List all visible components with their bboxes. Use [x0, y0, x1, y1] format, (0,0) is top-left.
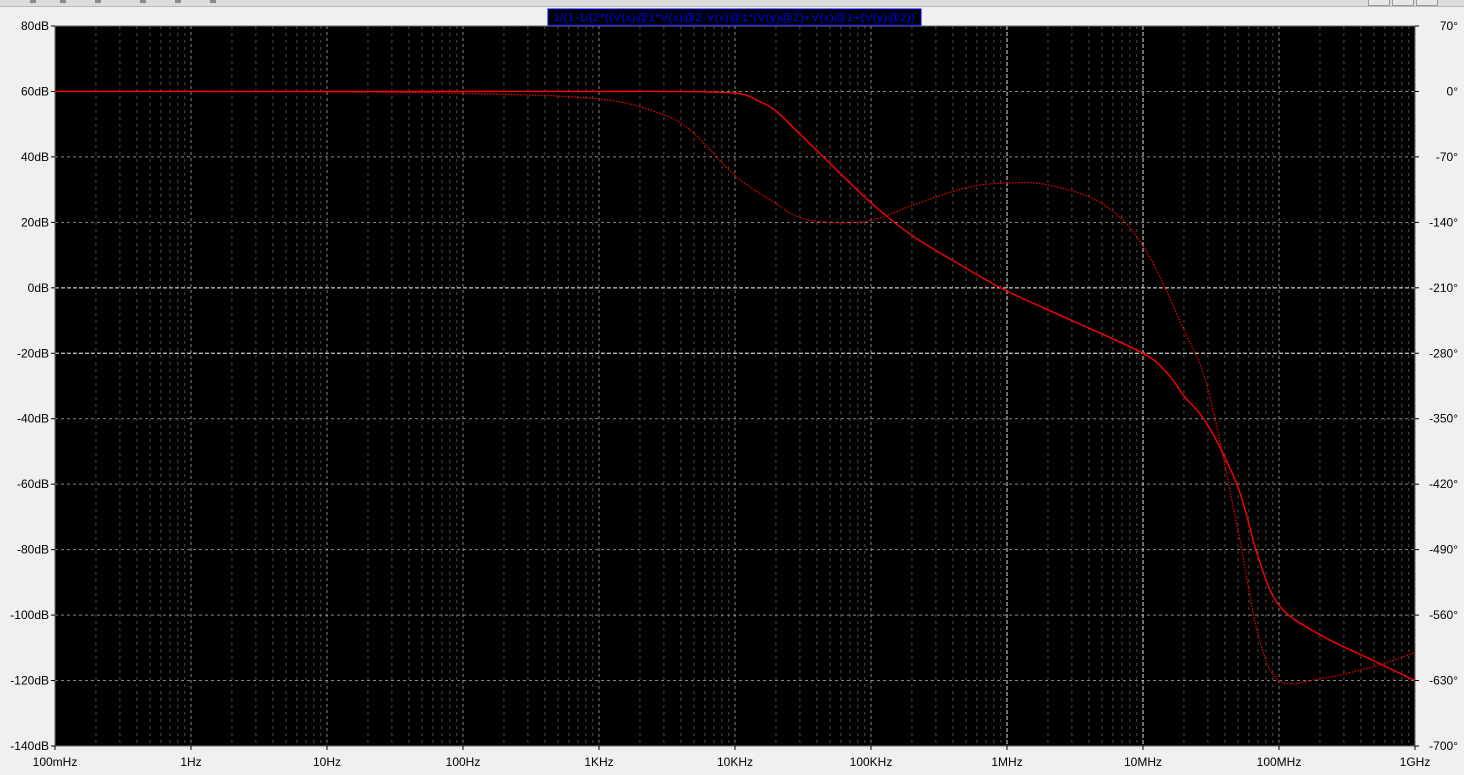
y-right-tick-label: -210°	[1429, 281, 1458, 295]
bode-plot[interactable]: 100mHz 1Hz 10Hz 100Hz 1KHz 10KHz 100KHz 1MHz 10M…	[0, 0, 1464, 775]
y-right-tick-label: -70°	[1436, 150, 1458, 164]
x-tick-label: 100Hz	[446, 755, 481, 769]
x-tick-label: 10Hz	[313, 755, 341, 769]
y-left-tick-label: -140dB	[10, 739, 49, 753]
y-right-tick-label: -420°	[1429, 477, 1458, 491]
plot-window: 100mHz 1Hz 10Hz 100Hz 1KHz 10KHz 100KHz 1MHz 10M…	[0, 0, 1464, 775]
y-left-tick-label: -20dB	[17, 346, 49, 360]
y-right-tick-label: -280°	[1429, 346, 1458, 360]
y-right-tick-label: -490°	[1429, 543, 1458, 557]
y-right-tick-label: -700°	[1429, 739, 1458, 753]
x-tick-label: 1MHz	[991, 755, 1022, 769]
y-left-tick-label: -40dB	[17, 412, 49, 426]
y-left-tick-label: -60dB	[17, 477, 49, 491]
x-tick-label: 100MHz	[1257, 755, 1302, 769]
y-right-tick-label: -560°	[1429, 608, 1458, 622]
x-tick-label: 10KHz	[717, 755, 753, 769]
y-right-tick-label: 70°	[1440, 19, 1458, 33]
y-left-tick-label: 80dB	[21, 19, 49, 33]
x-tick-label: 10MHz	[1124, 755, 1162, 769]
y-left-tick-label: 60dB	[21, 84, 49, 98]
y-left-tick-label: 20dB	[21, 215, 49, 229]
trace-label[interactable]: 1/(1-1/(2*((V(x)@1*V(x)@2-V(x)@1*(V(y)@2…	[553, 12, 915, 24]
y-right-tick-label: 0°	[1447, 84, 1459, 98]
x-tick-label: 1GHz	[1400, 755, 1431, 769]
y-right-tick-label: -140°	[1429, 215, 1458, 229]
y-left-tick-label: -100dB	[10, 608, 49, 622]
y-left-tick-label: -120dB	[10, 674, 49, 688]
y-left-tick-label: 0dB	[28, 281, 49, 295]
y-left-tick-label: -80dB	[17, 543, 49, 557]
x-tick-label: 1KHz	[584, 755, 613, 769]
y-right-tick-label: -630°	[1429, 674, 1458, 688]
y-right-tick-label: -350°	[1429, 412, 1458, 426]
x-tick-label: 100mHz	[33, 755, 78, 769]
y-left-tick-label: 40dB	[21, 150, 49, 164]
x-tick-label: 1Hz	[180, 755, 201, 769]
x-tick-label: 100KHz	[850, 755, 893, 769]
